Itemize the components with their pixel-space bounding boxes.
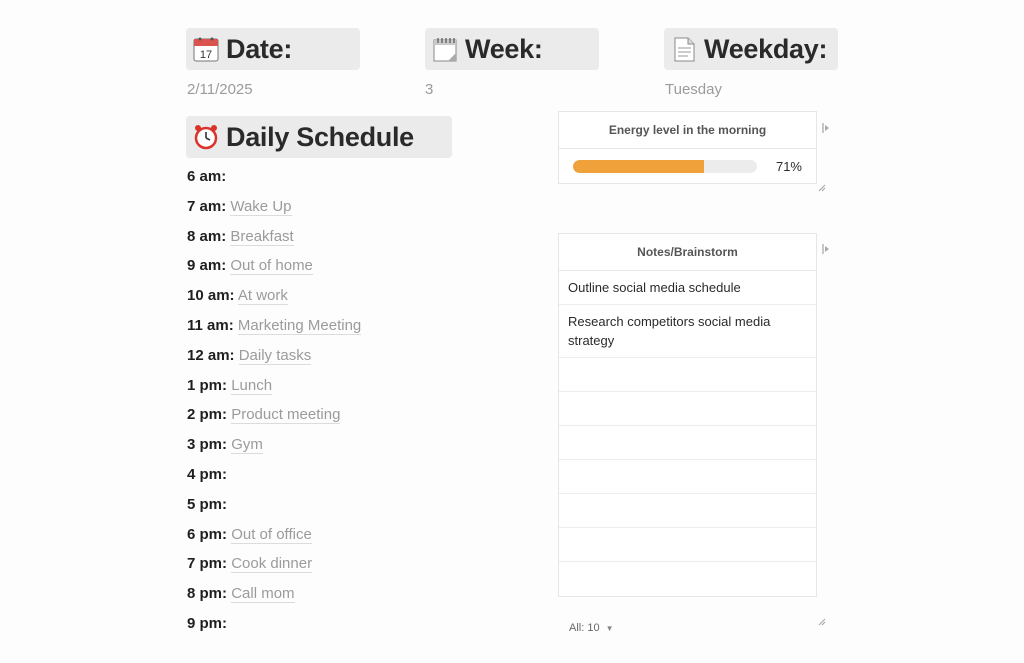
schedule-time: 5 pm:: [187, 495, 228, 513]
week-header: Week:: [425, 28, 599, 70]
schedule-time: 8 am:: [187, 227, 227, 245]
notes-row[interactable]: [559, 426, 816, 460]
progress-track: [573, 159, 757, 173]
schedule-activity[interactable]: Marketing Meeting: [237, 316, 362, 335]
schedule-activity[interactable]: Out of home: [230, 257, 313, 276]
notes-row[interactable]: Research competitors social media strate…: [559, 305, 816, 358]
schedule-row[interactable]: 7 pm: Cook dinner: [187, 554, 361, 584]
schedule-time: 7 am:: [187, 197, 227, 215]
notes-row[interactable]: [559, 358, 816, 392]
schedule-activity[interactable]: Gym: [231, 436, 263, 455]
energy-card: Energy level in the morning 71%: [558, 111, 817, 184]
notes-row[interactable]: [559, 392, 816, 426]
schedule-row[interactable]: 9 am: Out of home: [187, 256, 361, 286]
schedule-time: 4 pm:: [187, 465, 228, 483]
page-icon: [670, 35, 698, 63]
schedule-row[interactable]: 8 am: Breakfast: [187, 227, 361, 257]
schedule-row[interactable]: 10 am: At work: [187, 286, 361, 316]
expand-icon[interactable]: [822, 122, 830, 134]
notes-row[interactable]: Outline social media schedule: [559, 271, 816, 305]
energy-progress[interactable]: 71%: [559, 149, 816, 183]
schedule-time: 9 pm:: [187, 614, 228, 632]
schedule-row[interactable]: 4 pm:: [187, 465, 361, 495]
chevron-down-icon: ▼: [605, 624, 614, 633]
schedule-row[interactable]: 3 pm: Gym: [187, 435, 361, 465]
schedule-time: 6 am:: [187, 168, 227, 185]
notes-row[interactable]: [559, 562, 816, 596]
schedule-row[interactable]: 5 pm:: [187, 495, 361, 525]
schedule-header: Daily Schedule: [186, 116, 452, 158]
schedule-time: 6 pm:: [187, 525, 228, 543]
notes-row[interactable]: [559, 494, 816, 528]
notes-header[interactable]: Notes/Brainstorm: [559, 234, 816, 271]
schedule-list: 6 am: 7 am: Wake Up 8 am: Breakfast 9 am…: [187, 167, 362, 644]
date-value[interactable]: 2/11/2025: [187, 81, 253, 98]
schedule-activity[interactable]: At work: [237, 287, 288, 306]
weekday-title: Weekday:: [704, 33, 828, 64]
energy-header[interactable]: Energy level in the morning: [559, 112, 816, 149]
notes-row[interactable]: [559, 460, 816, 494]
schedule-row[interactable]: 6 am:: [187, 167, 361, 197]
schedule-time: 9 am:: [187, 257, 227, 275]
schedule-activity[interactable]: Daily tasks: [238, 346, 312, 365]
schedule-activity[interactable]: Lunch: [231, 376, 273, 395]
resize-handle-icon[interactable]: [817, 183, 827, 193]
schedule-row[interactable]: 9 pm:: [187, 614, 361, 644]
schedule-activity[interactable]: Wake Up: [230, 197, 292, 216]
schedule-time: 8 pm:: [187, 585, 228, 603]
date-title: Date:: [226, 33, 293, 64]
schedule-row[interactable]: 8 pm: Call mom: [187, 584, 361, 614]
notes-card: Notes/Brainstorm Outline social media sc…: [558, 233, 817, 597]
schedule-row[interactable]: 12 am: Daily tasks: [187, 346, 361, 376]
schedule-row[interactable]: 6 pm: Out of office: [187, 525, 361, 555]
schedule-time: 1 pm:: [187, 376, 228, 394]
progress-fill: [573, 159, 704, 173]
schedule-activity[interactable]: Out of office: [231, 525, 312, 544]
schedule-time: 3 pm:: [187, 436, 228, 454]
schedule-activity[interactable]: Product meeting: [231, 406, 341, 425]
schedule-title: Daily Schedule: [226, 121, 414, 152]
week-title: Week:: [465, 33, 543, 64]
alarm-clock-icon: [192, 123, 220, 151]
weekday-header: Weekday:: [664, 28, 838, 70]
calendar-icon: 17: [192, 35, 220, 63]
row-count-dropdown[interactable]: All: 10 ▼: [569, 622, 614, 634]
schedule-activity[interactable]: Call mom: [231, 585, 295, 604]
schedule-time: 7 pm:: [187, 555, 228, 573]
schedule-row[interactable]: 2 pm: Product meeting: [187, 405, 361, 435]
schedule-time: 11 am:: [187, 316, 234, 334]
schedule-activity[interactable]: Breakfast: [230, 227, 294, 246]
expand-icon[interactable]: [822, 243, 830, 255]
spiral-calendar-icon: [431, 35, 459, 63]
week-value[interactable]: 3: [425, 81, 433, 98]
svg-text:17: 17: [200, 49, 212, 61]
date-header: 17 Date:: [186, 28, 360, 70]
schedule-time: 2 pm:: [187, 406, 228, 424]
schedule-time: 10 am:: [187, 287, 235, 305]
weekday-value[interactable]: Tuesday: [665, 81, 722, 98]
schedule-row[interactable]: 7 am: Wake Up: [187, 197, 361, 227]
schedule-row[interactable]: 11 am: Marketing Meeting: [187, 316, 362, 346]
schedule-activity[interactable]: Cook dinner: [231, 555, 313, 574]
row-count-label: All: 10: [569, 622, 600, 634]
schedule-time: 12 am:: [187, 346, 235, 364]
resize-handle-icon[interactable]: [817, 617, 827, 627]
notes-row[interactable]: [559, 528, 816, 562]
progress-percent: 71%: [775, 158, 802, 174]
schedule-row[interactable]: 1 pm: Lunch: [187, 376, 361, 406]
